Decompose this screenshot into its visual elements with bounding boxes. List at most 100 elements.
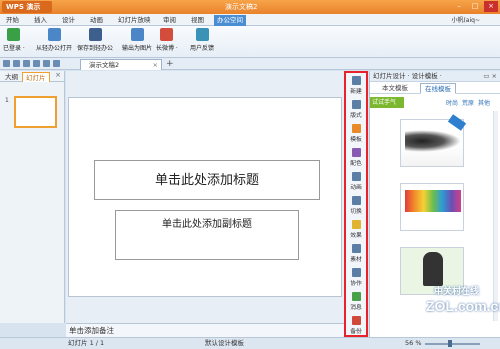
tab-outline[interactable]: 大纲 [2, 72, 21, 82]
graduate-image [423, 252, 443, 286]
sidebar-label: 配色 [350, 161, 362, 167]
tab-slideshow[interactable]: 幻灯片放映 [115, 15, 154, 26]
document-tab[interactable]: 演示文稿2 × [80, 59, 162, 70]
feedback-button[interactable]: 用户反馈 [190, 28, 214, 52]
open-cloud-icon [47, 28, 61, 41]
app-menu-button[interactable]: WPS 演示 [2, 1, 52, 13]
sidebar-item-messages[interactable]: 消息 [346, 292, 366, 311]
tab-view[interactable]: 视图 [188, 15, 207, 26]
effects-icon [351, 220, 361, 229]
title-bar: WPS 演示 演示文稿2 – □ × [0, 0, 500, 14]
filter-wasteland[interactable]: 荒原 [462, 98, 474, 107]
sidebar-item-transition[interactable]: 切换 [346, 196, 366, 215]
open-icon[interactable] [13, 60, 20, 67]
sidebar-label: 切换 [350, 209, 362, 215]
feedback-icon [195, 28, 209, 41]
save-icon[interactable] [23, 60, 30, 67]
window-title: 演示文稿2 [225, 3, 258, 11]
tab-insert[interactable]: 插入 [31, 15, 50, 26]
login-button[interactable]: 已登录 · [3, 28, 25, 52]
backup-icon [351, 316, 361, 325]
assets-icon [351, 244, 361, 253]
sidebar-label: 版式 [350, 113, 362, 119]
window-controls: – □ × [452, 1, 498, 12]
title-placeholder[interactable]: 单击此处添加标题 [94, 160, 320, 200]
tab-slides[interactable]: 幻灯片 [22, 72, 50, 82]
export-image-button[interactable]: 输出为图片 [122, 28, 152, 52]
notes-area[interactable]: 单击添加备注 [66, 323, 344, 337]
colored-pencils-image [405, 190, 461, 212]
redo-icon[interactable] [53, 60, 60, 67]
export-image-label: 输出为图片 [122, 45, 153, 52]
sidebar-item-template[interactable]: 模板 [346, 124, 366, 143]
slide-canvas[interactable]: 单击此处添加标题 单击此处添加副标题 [68, 97, 342, 297]
sidebar-item-layout[interactable]: 版式 [346, 100, 366, 119]
weibo-label: 长微博 · [156, 45, 178, 52]
user-account[interactable]: 小帆(aiq~ [451, 15, 480, 24]
sidebar-label: 新建 [350, 89, 362, 95]
slide-number: 1 [5, 97, 9, 104]
sidebar-item-backup[interactable]: 备份 [346, 316, 366, 335]
slide-thumbnail[interactable] [14, 96, 57, 128]
undo-icon[interactable] [43, 60, 50, 67]
weibo-icon [160, 28, 174, 41]
close-icon[interactable]: × [484, 1, 498, 12]
template-thumbnail[interactable] [400, 114, 467, 167]
maximize-icon[interactable]: □ [468, 1, 482, 12]
sidebar-label: 动画 [350, 185, 362, 191]
template-thumbnail[interactable] [400, 183, 464, 231]
add-tab-button[interactable]: + [166, 59, 174, 69]
document-tab-label: 演示文稿2 [89, 61, 120, 69]
sidebar-label: 协作 [350, 281, 362, 287]
sidebar-label: 效果 [350, 233, 362, 239]
tab-design[interactable]: 设计 [59, 15, 78, 26]
zoom-slider-handle[interactable] [448, 340, 452, 347]
save-to-cloud-button[interactable]: 保存到轻办公 [77, 28, 113, 52]
tab-office-space[interactable]: 办公空间 [214, 15, 246, 26]
weibo-button[interactable]: 长微博 · [156, 28, 178, 52]
collaborate-icon [351, 268, 361, 277]
layout-icon [351, 100, 361, 109]
filter-other[interactable]: 其他 [478, 98, 490, 107]
sidebar-item-collaborate[interactable]: 协作 [346, 268, 366, 287]
new-icon[interactable] [3, 60, 10, 67]
open-cloud-label: 从轻办公打开 [36, 45, 73, 52]
new-badge [447, 114, 467, 131]
minimize-icon[interactable]: – [452, 1, 466, 12]
color-scheme-icon [351, 148, 361, 157]
save-cloud-icon [88, 28, 102, 41]
sidebar-item-new[interactable]: 新建 [346, 76, 366, 95]
quick-access-bar: 演示文稿2 × + [0, 58, 500, 70]
tab-online-templates[interactable]: 在线模板 [420, 83, 456, 94]
sidebar-item-effects[interactable]: 效果 [346, 220, 366, 239]
filter-fashion[interactable]: 时尚 [446, 98, 458, 107]
close-tab-icon[interactable]: × [153, 60, 158, 70]
print-icon[interactable] [33, 60, 40, 67]
open-from-cloud-button[interactable]: 从轻办公打开 [36, 28, 72, 52]
save-cloud-label: 保存到轻办公 [77, 45, 114, 52]
subtitle-placeholder[interactable]: 单击此处添加副标题 [115, 210, 299, 260]
animation-icon [351, 172, 361, 181]
tab-review[interactable]: 审阅 [160, 15, 179, 26]
sidebar-item-color[interactable]: 配色 [346, 148, 366, 167]
sidebar-item-animation[interactable]: 动画 [346, 172, 366, 191]
menu-bar: 开始 插入 设计 动画 幻灯片放映 审阅 视图 办公空间 小帆(aiq~ [0, 14, 500, 26]
tab-animation[interactable]: 动画 [87, 15, 106, 26]
watermark-line1: 中关村在线 [434, 287, 480, 297]
zoom-level[interactable]: 56 % [405, 338, 422, 349]
panel-controls[interactable]: ▭ × [483, 71, 497, 82]
sidebar-label: 备份 [350, 329, 362, 335]
sidebar-label: 模板 [350, 137, 362, 143]
zoom-slider[interactable] [425, 343, 480, 345]
tab-start[interactable]: 开始 [3, 15, 22, 26]
lucky-button[interactable]: 试试手气 [370, 97, 404, 108]
tab-local-templates[interactable]: 本文模板 [378, 83, 412, 94]
ribbon: 已登录 · 从轻办公打开 保存到轻办公 输出为图片 长微博 · 用户反馈 [0, 26, 500, 58]
panel-title[interactable]: 幻灯片设计 · 设计模板 · [373, 72, 442, 80]
sidebar-item-assets[interactable]: 素材 [346, 244, 366, 263]
login-icon [7, 28, 21, 41]
sidebar-label: 素材 [350, 257, 362, 263]
template-filter-bar: 试试手气 时尚 荒原 其他 [370, 94, 500, 110]
template-name: 默认设计模板 [205, 339, 244, 347]
close-pane-icon[interactable]: × [55, 71, 61, 79]
